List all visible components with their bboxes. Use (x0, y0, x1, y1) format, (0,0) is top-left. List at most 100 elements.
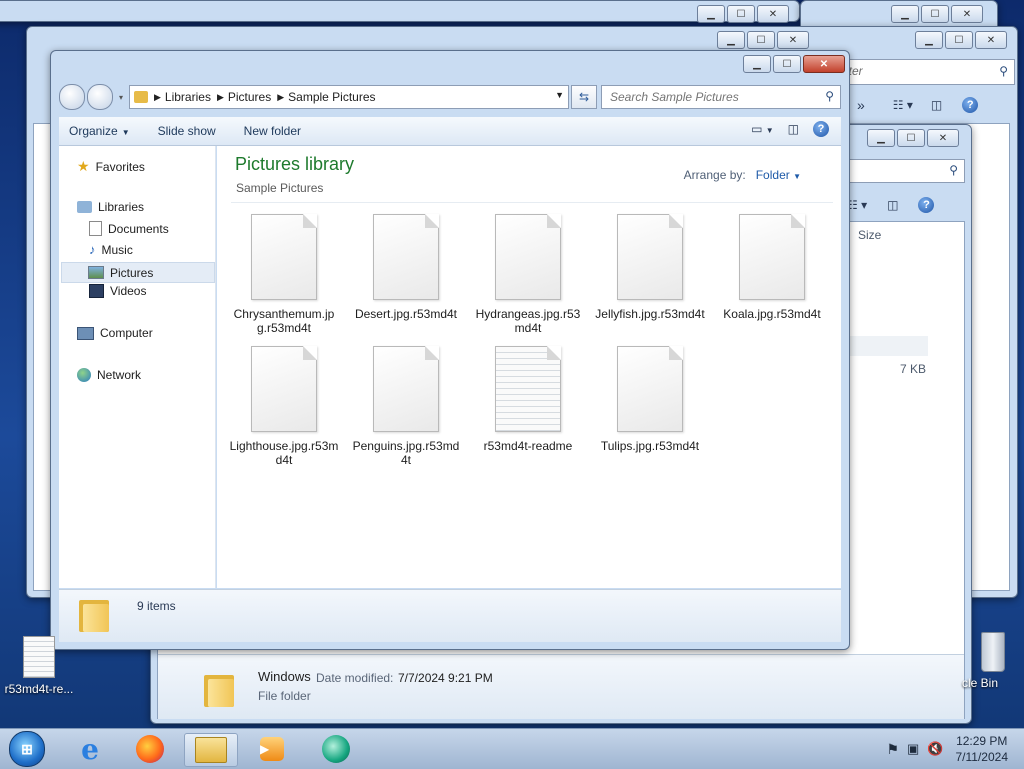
preview-pane-icon[interactable]: ◫ (931, 98, 942, 112)
refresh-icon[interactable]: ⇆ (571, 85, 597, 109)
help-icon[interactable]: ? (813, 121, 829, 137)
breadcrumb-pictures[interactable]: Pictures (228, 90, 271, 104)
minimize-button[interactable]: ▁ (697, 5, 725, 23)
system-tray: ⚑ ▣ 🔇 12:29 PM 7/11/2024 (886, 729, 1024, 769)
taskbar-explorer[interactable] (184, 733, 238, 767)
search-icon[interactable]: ⚲ (999, 64, 1008, 78)
action-center-flag-icon[interactable]: ⚑ (886, 741, 899, 758)
selected-row[interactable] (850, 336, 928, 356)
taskbar-internet-explorer[interactable]: e (64, 733, 116, 766)
nav-network-label: Network (97, 368, 142, 382)
breadcrumb-arrow-icon[interactable]: ▶ (277, 92, 284, 103)
nav-pictures[interactable]: Pictures (61, 262, 215, 283)
breadcrumb-sample-pictures[interactable]: Sample Pictures (288, 90, 375, 104)
arrange-by-dropdown[interactable]: Folder ▼ (756, 168, 801, 182)
nav-music[interactable]: ♪ Music (89, 242, 133, 257)
chevron-icon[interactable]: » (857, 97, 865, 113)
background-search-box[interactable]: uter ⚲ (827, 59, 1015, 85)
desktop-icon-label: r53md4t-re... (4, 682, 74, 696)
file-name: Lighthouse.jpg.r53md4t (229, 439, 339, 467)
preview-pane-icon[interactable]: ◫ (887, 198, 898, 212)
breadcrumb-arrow-icon[interactable]: ▶ (154, 92, 161, 103)
maximize-button[interactable]: ☐ (773, 55, 801, 73)
details-date-label: Date modified: (316, 671, 394, 685)
background-window-1[interactable]: ▁ ☐ ✕ (0, 0, 800, 23)
size-column-header[interactable]: Size (858, 228, 881, 242)
back-button[interactable] (59, 84, 85, 110)
help-icon[interactable]: ? (962, 97, 979, 113)
close-button[interactable]: ✕ (803, 55, 845, 73)
text-file-icon (495, 346, 561, 432)
minimize-button[interactable]: ▁ (743, 55, 771, 73)
breadcrumb-libraries[interactable]: Libraries (165, 90, 211, 104)
explorer-window[interactable]: ▁ ☐ ✕ ▾ ▶ Libraries ▶ Pictures ▶ Sample … (50, 50, 850, 650)
close-button[interactable]: ✕ (975, 31, 1007, 49)
nav-favorites[interactable]: ★ Favorites (77, 158, 145, 175)
maximize-button[interactable]: ☐ (727, 5, 755, 23)
close-button[interactable]: ✕ (927, 129, 959, 147)
help-icon[interactable]: ? (918, 197, 935, 213)
nav-computer-label: Computer (100, 326, 153, 340)
file-tile[interactable]: Desert.jpg.r53md4t (347, 214, 465, 338)
preview-pane-icon[interactable]: ◫ (788, 122, 799, 136)
close-button[interactable]: ✕ (757, 5, 789, 23)
media-player-icon: ▶ (260, 737, 284, 761)
firefox-icon (136, 735, 164, 763)
nav-libraries[interactable]: Libraries (77, 200, 144, 214)
maximize-button[interactable]: ☐ (921, 5, 949, 23)
network-status-icon[interactable]: ▣ (907, 741, 919, 757)
forward-button[interactable] (87, 84, 113, 110)
minimize-button[interactable]: ▁ (891, 5, 919, 23)
maximize-button[interactable]: ☐ (897, 129, 925, 147)
view-icon[interactable]: ☷ ▾ (847, 198, 867, 212)
taskbar-app[interactable] (310, 733, 362, 765)
pictures-icon (88, 266, 104, 279)
minimize-button[interactable]: ▁ (915, 31, 943, 49)
address-bar[interactable]: ▶ Libraries ▶ Pictures ▶ Sample Pictures… (129, 85, 569, 109)
volume-muted-icon[interactable]: 🔇 (927, 741, 943, 757)
size-value: 7 KB (900, 362, 927, 376)
file-tile[interactable]: Penguins.jpg.r53md4t (347, 346, 465, 470)
file-tile[interactable]: Lighthouse.jpg.r53md4t (225, 346, 343, 470)
maximize-button[interactable]: ☐ (945, 31, 973, 49)
desktop-icon-recycle-bin[interactable]: cle Bin (962, 632, 1024, 690)
file-tile[interactable]: Koala.jpg.r53md4t (713, 214, 831, 338)
taskbar-media-player[interactable]: ▶ (246, 733, 298, 765)
folder-icon (204, 673, 234, 707)
file-icon (373, 214, 439, 300)
file-tile[interactable]: Chrysanthemum.jpg.r53md4t (225, 214, 343, 338)
file-list: Pictures library Sample Pictures Arrange… (217, 146, 841, 588)
nav-network[interactable]: Network (77, 368, 141, 382)
file-tile[interactable]: Hydrangeas.jpg.r53md4t (469, 214, 587, 338)
file-tile[interactable]: Tulips.jpg.r53md4t (591, 346, 709, 470)
background-search-box[interactable]: ⚲ (831, 159, 965, 183)
desktop-icon-readme[interactable]: r53md4t-re... (4, 636, 74, 696)
search-box[interactable]: ⚲ (601, 85, 841, 109)
nav-documents[interactable]: Documents (89, 221, 169, 236)
close-button[interactable]: ✕ (777, 31, 809, 49)
chevron-down-icon[interactable]: ▼ (555, 90, 564, 100)
nav-computer[interactable]: Computer (77, 326, 153, 340)
search-icon[interactable]: ⚲ (825, 89, 834, 103)
search-icon[interactable]: ⚲ (949, 163, 958, 177)
organize-button[interactable]: Organize ▼ (59, 124, 144, 138)
recent-pages-icon[interactable]: ▾ (119, 93, 123, 102)
music-icon: ♪ (89, 242, 96, 257)
taskbar-firefox[interactable] (124, 733, 176, 765)
file-tile[interactable]: Jellyfish.jpg.r53md4t (591, 214, 709, 338)
breadcrumb-arrow-icon[interactable]: ▶ (217, 92, 224, 103)
change-view-icon[interactable]: ▭ ▼ (751, 122, 774, 136)
clock[interactable]: 12:29 PM 7/11/2024 (956, 733, 1009, 765)
slideshow-button[interactable]: Slide show (144, 124, 230, 138)
nav-videos[interactable]: Videos (89, 284, 146, 298)
maximize-button[interactable]: ☐ (747, 31, 775, 49)
new-folder-button[interactable]: New folder (230, 124, 315, 138)
windows-logo-icon: ⊞ (9, 731, 45, 767)
search-input[interactable] (608, 86, 812, 108)
file-tile[interactable]: r53md4t-readme (469, 346, 587, 470)
view-icon[interactable]: ☷ ▾ (893, 98, 913, 112)
start-button[interactable]: ⊞ (2, 731, 52, 767)
minimize-button[interactable]: ▁ (717, 31, 745, 49)
minimize-button[interactable]: ▁ (867, 129, 895, 147)
close-button[interactable]: ✕ (951, 5, 983, 23)
